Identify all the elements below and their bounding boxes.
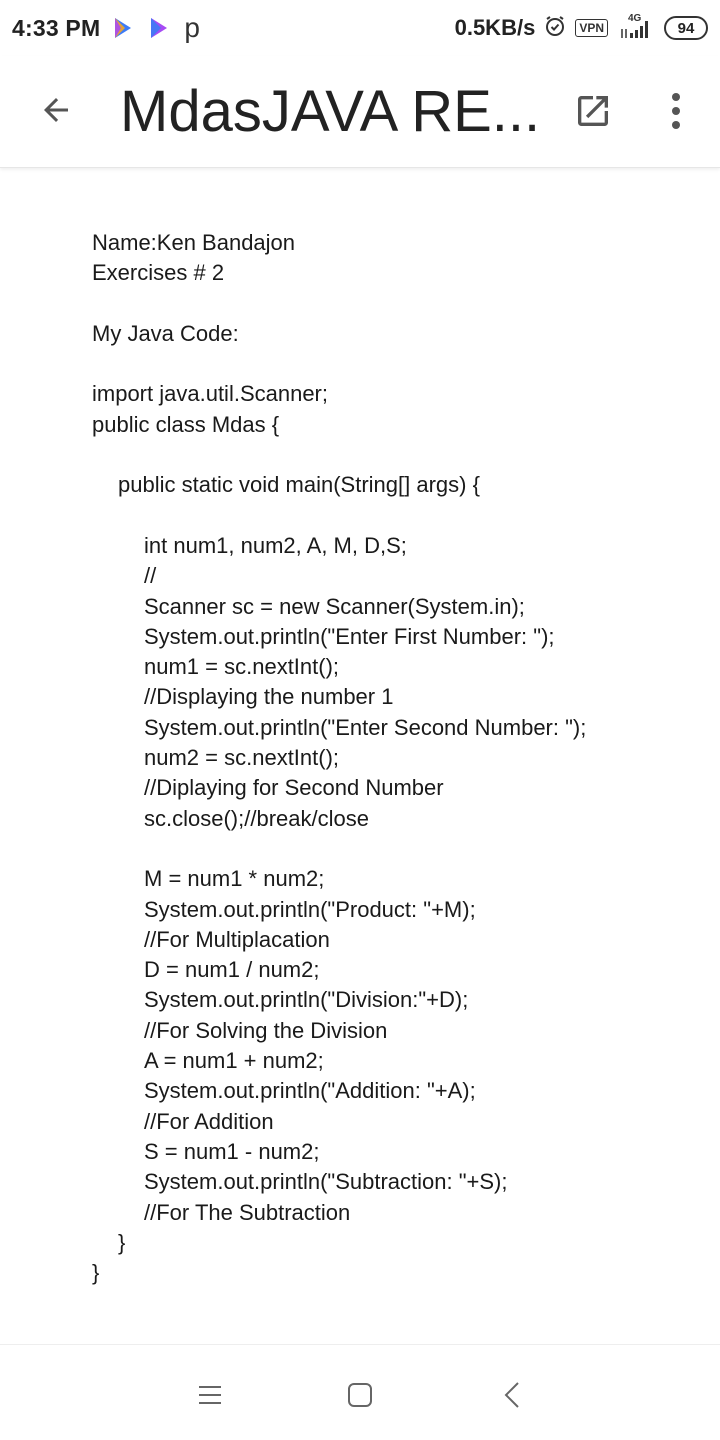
recents-icon	[199, 1386, 221, 1404]
code-line: //Diplaying for Second Number	[144, 775, 444, 801]
code-line: int num1, num2, A, M, D,S;	[144, 532, 407, 558]
code-line: //For Addition	[144, 1108, 274, 1134]
code-line: S = num1 - num2;	[144, 1138, 320, 1164]
app-bar: MdasJAVA RE...	[0, 56, 720, 168]
more-options-button[interactable]	[658, 88, 694, 134]
status-bar: 4:33 PM p 0.5KB/s VPN 4G 94	[0, 0, 720, 56]
p-app-icon: p	[184, 12, 200, 43]
code-line: public class Mdas {	[92, 411, 280, 437]
vpn-badge: VPN	[575, 19, 608, 37]
status-time: 4:33 PM	[12, 14, 101, 41]
code-heading: My Java Code:	[92, 320, 239, 346]
code-line: System.out.println("Division:"+D);	[144, 987, 469, 1013]
home-icon	[348, 1383, 372, 1407]
code-line: System.out.println("Subtraction: "+S);	[144, 1169, 508, 1195]
code-line: //Displaying the number 1	[144, 684, 394, 710]
code-line: M = num1 * num2;	[144, 866, 325, 892]
code-line: //For Solving the Division	[144, 1017, 388, 1043]
name-line: Name:Ken Bandajon	[92, 230, 296, 255]
code-line: sc.close();//break/close	[144, 805, 369, 831]
code-line: }	[92, 1260, 100, 1286]
code-line: public static void main(String[] args) {	[118, 472, 480, 498]
document-title: MdasJAVA RE...	[120, 79, 540, 144]
code-line: D = num1 / num2;	[144, 957, 320, 983]
alarm-icon	[543, 14, 567, 43]
code-line: System.out.println("Enter Second Number:…	[144, 714, 587, 740]
code-line: //For The Subtraction	[144, 1199, 351, 1225]
status-right: 0.5KB/s VPN 4G 94	[454, 13, 708, 43]
back-button[interactable]	[36, 90, 76, 130]
signal-icon: 4G	[616, 13, 656, 41]
more-vert-icon	[672, 93, 680, 129]
code-line: Scanner sc = new Scanner(System.in);	[144, 593, 525, 619]
open-in-new-button[interactable]	[572, 90, 614, 132]
code-line: num1 = sc.nextInt();	[144, 654, 340, 680]
code-line: }	[118, 1229, 126, 1255]
open-in-new-icon	[578, 96, 608, 126]
home-button[interactable]	[340, 1375, 380, 1415]
network-speed: 0.5KB/s	[454, 15, 536, 40]
code-line: System.out.println("Product: "+M);	[144, 896, 476, 922]
navigation-bar	[0, 1344, 720, 1440]
code-line: A = num1 + num2;	[144, 1048, 324, 1074]
nav-back-icon	[504, 1382, 519, 1408]
network-type: 4G	[628, 13, 642, 24]
code-line: import java.util.Scanner;	[92, 381, 328, 407]
code-line: System.out.println("Addition: "+A);	[144, 1078, 476, 1104]
code-line: System.out.println("Enter First Number: …	[144, 623, 555, 649]
code-block: import java.util.Scanner; public class Md…	[92, 379, 692, 1288]
code-line: //	[144, 563, 157, 589]
play-store-icon	[146, 15, 172, 41]
arrow-back-icon	[44, 98, 68, 122]
battery-icon: 94	[664, 16, 708, 40]
battery-level: 94	[677, 19, 695, 37]
recents-button[interactable]	[190, 1375, 230, 1415]
code-line: //For Multiplacation	[144, 926, 330, 952]
code-line: num2 = sc.nextInt();	[144, 745, 340, 771]
document-body: Name:Ken Bandajon Exercises # 2 My Java …	[92, 228, 692, 1288]
system-back-button[interactable]	[492, 1375, 532, 1415]
status-left: 4:33 PM p	[12, 12, 200, 43]
play-store-icon	[110, 15, 136, 41]
exercise-line: Exercises # 2	[92, 260, 225, 286]
